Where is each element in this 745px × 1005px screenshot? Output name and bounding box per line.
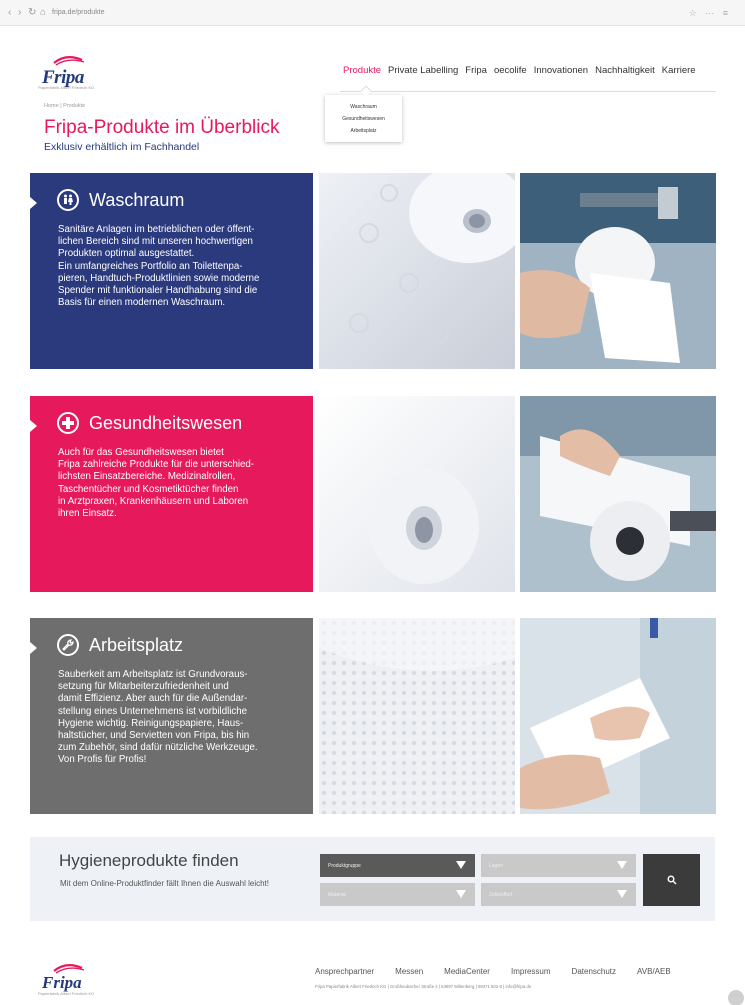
dropdown-item-gesundheitswesen[interactable]: Gesundheitswesen bbox=[325, 113, 402, 125]
footer-logo[interactable]: Fripa Papierfabrik Albert Friedrich KG bbox=[38, 963, 138, 997]
category-title: Gesundheitswesen bbox=[89, 412, 243, 433]
chevron-down-icon bbox=[456, 861, 466, 869]
category-pointer bbox=[30, 420, 37, 432]
category-pointer bbox=[30, 197, 37, 209]
category-title: Arbeitsplatz bbox=[89, 634, 184, 655]
footer-links: Ansprechpartner Messen MediaCenter Impre… bbox=[315, 967, 671, 976]
category-description: Sanitäre Anlagen im betrieblichen oder ö… bbox=[58, 224, 260, 309]
photo-kitchen-towel bbox=[319, 618, 515, 814]
footer-logo-text: Fripa bbox=[42, 973, 82, 992]
footer-link-messen[interactable]: Messen bbox=[395, 967, 423, 976]
reload-icon[interactable]: ↻ bbox=[28, 7, 36, 19]
select-zellstoffart[interactable]: Zellstoffart bbox=[481, 883, 636, 906]
finder-title: Hygieneprodukte finden bbox=[59, 851, 239, 870]
nav-oecolife[interactable]: oecolife bbox=[494, 65, 527, 76]
wrench-icon bbox=[57, 634, 79, 656]
select-label: Material bbox=[328, 892, 346, 898]
footer-link-impressum[interactable]: Impressum bbox=[511, 967, 551, 976]
search-button[interactable] bbox=[643, 854, 700, 906]
category-gesundheitswesen[interactable]: Gesundheitswesen Auch für das Gesundheit… bbox=[30, 396, 313, 592]
category-description: Sauberkeit am Arbeitsplatz ist Grundvora… bbox=[58, 669, 258, 766]
medical-cross-icon bbox=[57, 412, 79, 434]
select-produktgruppe[interactable]: Produktgruppe bbox=[320, 854, 475, 877]
photo-towel-dispenser bbox=[520, 173, 716, 369]
chevron-down-icon bbox=[617, 861, 627, 869]
photo-toilet-paper-roll bbox=[319, 173, 515, 369]
select-lagen[interactable]: Lagen bbox=[481, 854, 636, 877]
nav-nachhaltigkeit[interactable]: Nachhaltigkeit bbox=[595, 65, 655, 76]
footer-link-ansprechpartner[interactable]: Ansprechpartner bbox=[315, 967, 374, 976]
category-description: Auch für das Gesundheitswesen bietet Fri… bbox=[58, 447, 255, 520]
select-label: Zellstoffart bbox=[489, 892, 513, 898]
select-label: Produktgruppe bbox=[328, 863, 361, 869]
footer-link-avb[interactable]: AVB/AEB bbox=[637, 967, 671, 976]
finder-description: Mit dem Online-Produktfinder fällt Ihnen… bbox=[60, 879, 269, 888]
search-icon bbox=[667, 875, 676, 885]
back-icon[interactable]: ‹ bbox=[8, 7, 11, 19]
address-bar[interactable]: fripa.de/produkte bbox=[52, 8, 105, 18]
nav-private-labelling[interactable]: Private Labelling bbox=[388, 65, 458, 76]
photo-cleaning-hands bbox=[520, 618, 716, 814]
scroll-to-top-button[interactable] bbox=[728, 990, 744, 1005]
product-finder: Hygieneprodukte finden Mit dem Online-Pr… bbox=[30, 837, 715, 921]
footer-link-mediacenter[interactable]: MediaCenter bbox=[444, 967, 490, 976]
logo-tagline: Papierfabrik Albert Friedrich KG bbox=[38, 85, 95, 90]
chevron-down-icon bbox=[456, 890, 466, 898]
select-material[interactable]: Material bbox=[320, 883, 475, 906]
category-title: Waschraum bbox=[89, 189, 185, 210]
browser-toolbar: ‹ › ↻ ⌂ fripa.de/produkte ☆ ⋯ ≡ bbox=[0, 0, 745, 26]
dropdown-item-waschraum[interactable]: Waschraum bbox=[325, 101, 402, 113]
page-subtitle: Exklusiv erhältlich im Fachhandel bbox=[44, 141, 200, 153]
produkte-dropdown: Waschraum Gesundheitswesen Arbeitsplatz bbox=[325, 95, 402, 142]
category-pointer bbox=[30, 642, 37, 654]
fripa-logo[interactable]: Fripa Papierfabrik Albert Friedrich KG bbox=[38, 55, 148, 95]
breadcrumb[interactable]: Home | Produkte bbox=[44, 103, 85, 109]
nav-innovationen[interactable]: Innovationen bbox=[534, 65, 588, 76]
nav-fripa[interactable]: Fripa bbox=[465, 65, 487, 76]
lock-icon: ⌂ bbox=[40, 7, 47, 18]
photo-medical-dispenser bbox=[520, 396, 716, 592]
nav-karriere[interactable]: Karriere bbox=[662, 65, 696, 76]
forward-icon[interactable]: › bbox=[18, 7, 21, 19]
footer-link-datenschutz[interactable]: Datenschutz bbox=[572, 967, 616, 976]
page-title: Fripa-Produkte im Überblick bbox=[44, 117, 280, 138]
category-arbeitsplatz[interactable]: Arbeitsplatz Sauberkeit am Arbeitsplatz … bbox=[30, 618, 313, 814]
photo-medical-roll bbox=[319, 396, 515, 592]
nav-produkte[interactable]: Produkte bbox=[343, 65, 381, 76]
nav-divider bbox=[340, 91, 716, 92]
logo-swoosh-icon bbox=[53, 56, 85, 66]
footer-address: Fripa Papierfabrik Albert Friedrich KG |… bbox=[315, 984, 532, 989]
chevron-down-icon bbox=[617, 890, 627, 898]
footer-logo-tagline: Papierfabrik Albert Friedrich KG bbox=[38, 991, 95, 996]
browser-actions-icon[interactable]: ☆ ⋯ ≡ bbox=[689, 7, 731, 19]
restroom-icon bbox=[57, 189, 79, 211]
main-nav: Produkte Private Labelling Fripa oecolif… bbox=[343, 65, 696, 76]
select-label: Lagen bbox=[489, 863, 503, 869]
category-waschraum[interactable]: Waschraum Sanitäre Anlagen im betrieblic… bbox=[30, 173, 313, 369]
dropdown-item-arbeitsplatz[interactable]: Arbeitsplatz bbox=[325, 125, 402, 137]
